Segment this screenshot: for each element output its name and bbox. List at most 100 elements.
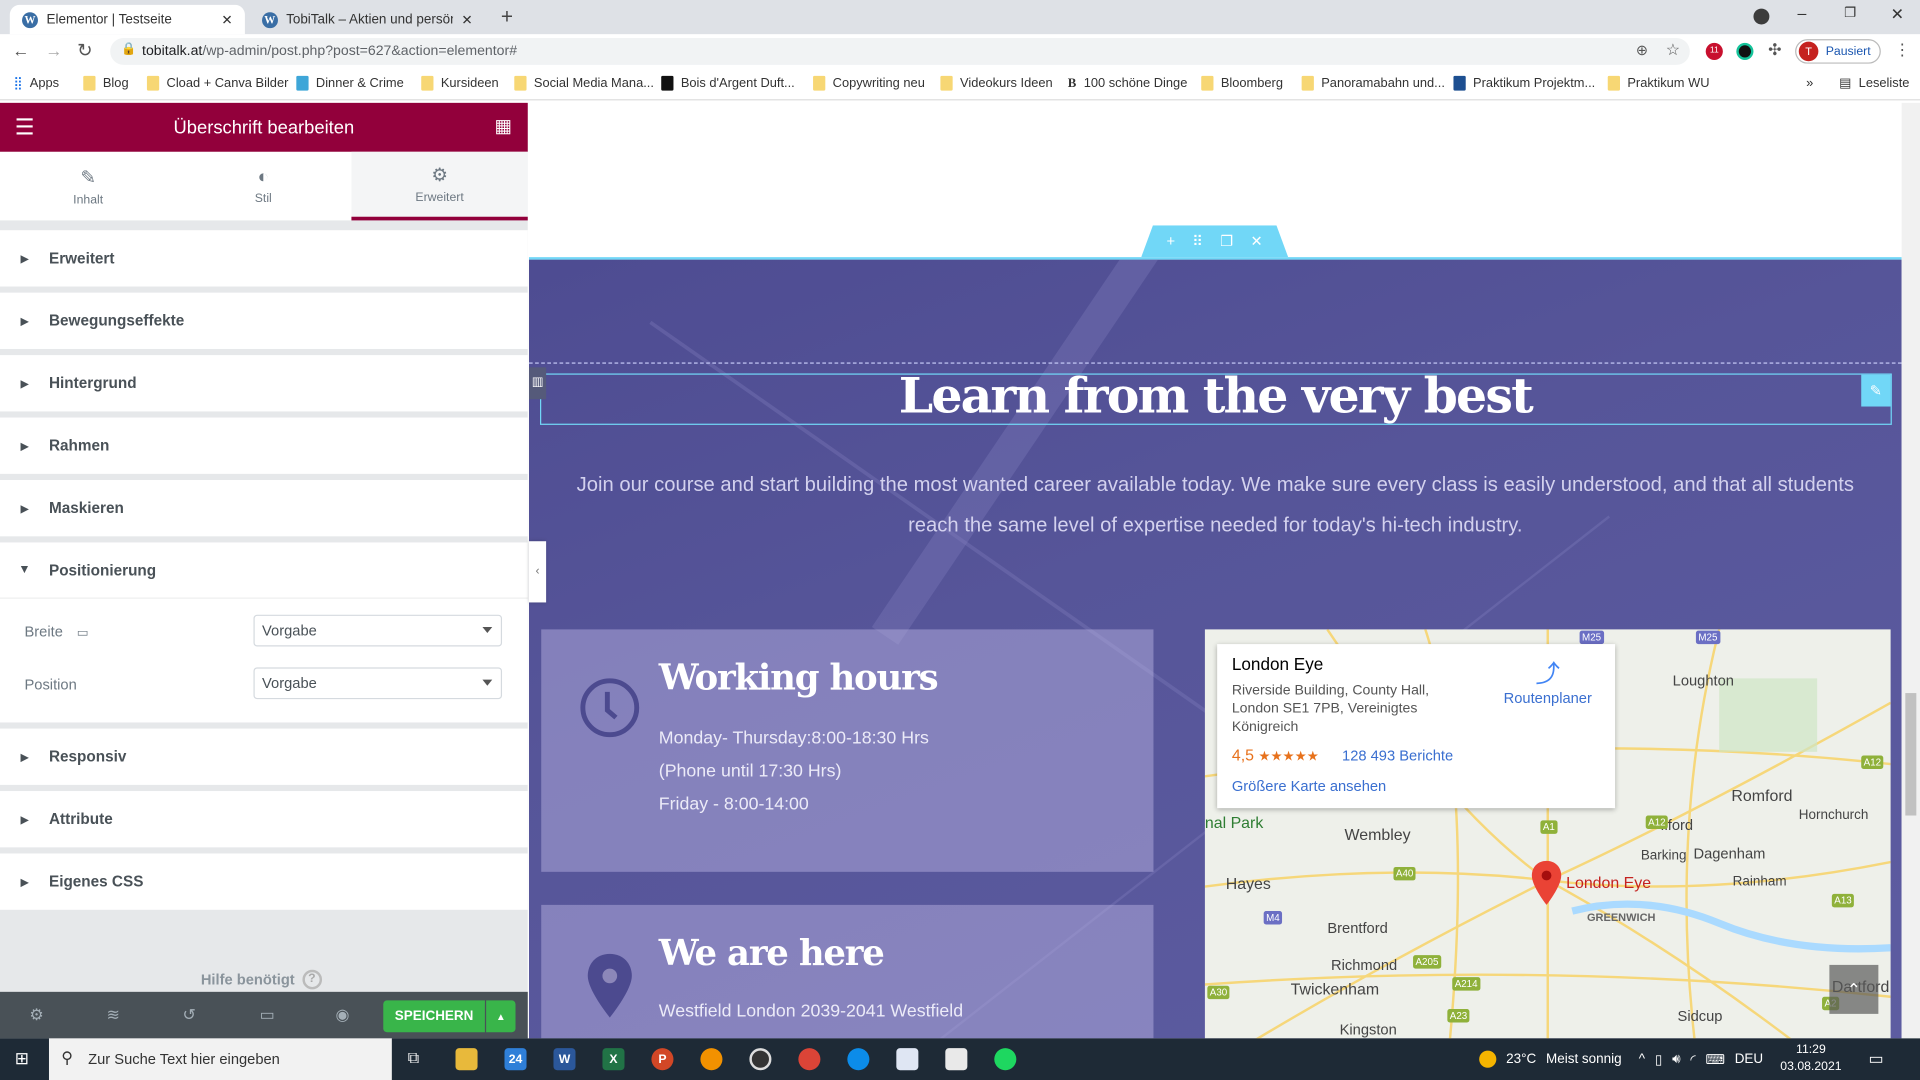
spotify-icon[interactable]	[994, 1048, 1017, 1071]
taskbar-search-input[interactable]: ⚲ Zur Suche Text hier eingeben	[48, 1038, 392, 1080]
bookmark-star-icon[interactable]: ☆	[1666, 40, 1680, 60]
weather-temp[interactable]: 23°C	[1506, 1052, 1536, 1067]
edge-icon[interactable]	[847, 1048, 870, 1071]
camera-icon[interactable]: ▯	[1655, 1051, 1662, 1067]
history-icon[interactable]: ↺	[182, 1005, 195, 1025]
desktop-icon[interactable]: ▭	[77, 627, 89, 640]
add-section-icon[interactable]: +	[1167, 233, 1176, 250]
app-icon[interactable]	[896, 1048, 919, 1071]
page-scrollbar[interactable]	[1901, 102, 1920, 1039]
zoom-icon[interactable]: ⊕	[1636, 42, 1648, 59]
url-field[interactable]: 🔒 tobitalk.at/wp-admin/post.php?post=627…	[110, 37, 1690, 65]
scroll-to-top-button[interactable]: ⌃	[1829, 964, 1879, 1014]
hamburger-menu-icon[interactable]: ☰	[15, 115, 35, 141]
settings-gear-icon[interactable]: ⚙	[29, 1005, 43, 1025]
bookmark-item[interactable]: Bloomberg	[1201, 75, 1283, 91]
tab-erweitert[interactable]: ⚙ Erweitert	[351, 151, 528, 221]
section-eigenes-css[interactable]: ▶ Eigenes CSS	[0, 853, 528, 910]
windows-start-icon[interactable]: ⊞	[15, 1048, 29, 1069]
directions-button[interactable]: ⤴ Routenplaner	[1501, 654, 1594, 706]
section-positionierung[interactable]: ▼ Positionierung	[0, 542, 528, 599]
weather-sun-icon[interactable]	[1479, 1050, 1497, 1068]
menu-kebab-icon[interactable]: ⋮	[1894, 40, 1910, 60]
navigator-layers-icon[interactable]: ≋	[107, 1005, 120, 1025]
excel-icon[interactable]: X	[602, 1048, 625, 1071]
page-heading[interactable]: Learn from the very best	[529, 367, 1902, 425]
tab-stil[interactable]: ◐ Stil	[175, 152, 351, 221]
section-erweitert[interactable]: ▶ Erweitert	[0, 230, 528, 287]
position-select[interactable]: Vorgabe	[253, 667, 503, 700]
section-attribute[interactable]: ▶ Attribute	[0, 791, 528, 848]
mail-icon[interactable]: 24	[504, 1048, 527, 1071]
chrome-icon[interactable]	[798, 1048, 821, 1071]
input-language[interactable]: DEU	[1735, 1052, 1763, 1067]
preview-eye-icon[interactable]: ◉	[336, 1005, 350, 1025]
bookmark-item[interactable]: Cload + Canva Bilder	[146, 75, 288, 91]
new-tab-button[interactable]: +	[501, 5, 513, 29]
edit-widget-pencil-icon[interactable]: ✎	[1861, 374, 1891, 407]
section-hintergrund[interactable]: ▶ Hintergrund	[0, 355, 528, 412]
more-bookmarks[interactable]: »	[1806, 76, 1813, 91]
collapse-panel-button[interactable]: ‹	[528, 541, 547, 603]
bookmark-item[interactable]: B 100 schöne Dinge	[1068, 76, 1188, 91]
section-rahmen[interactable]: ▶ Rahmen	[0, 417, 528, 474]
bookmark-item[interactable]: Blog	[83, 75, 129, 91]
responsive-mode-icon[interactable]: ▭	[260, 1005, 275, 1025]
map-marker-icon[interactable]	[1531, 860, 1563, 907]
reading-list[interactable]: ▤ Leseliste	[1839, 76, 1909, 91]
scrollbar-thumb[interactable]	[1905, 693, 1917, 816]
close-tab-icon[interactable]: ✕	[221, 12, 232, 28]
tab-inhalt[interactable]: ✎ Inhalt	[0, 152, 176, 221]
bookmark-item[interactable]: Bois d'Argent Duft...	[661, 75, 795, 91]
tray-chevron-up-icon[interactable]: ^	[1639, 1052, 1645, 1067]
notepad-icon[interactable]	[945, 1048, 968, 1071]
wifi-icon[interactable]: ◜	[1690, 1051, 1695, 1067]
grammarly-extension-icon[interactable]	[1736, 42, 1754, 61]
adblock-extension-icon[interactable]: 11	[1705, 42, 1723, 61]
extensions-puzzle-icon[interactable]: ✣	[1768, 40, 1781, 60]
drag-section-icon[interactable]: ⠿	[1192, 233, 1203, 250]
weather-desc[interactable]: Meist sonnig	[1546, 1052, 1622, 1067]
bookmark-item[interactable]: Panoramabahn und...	[1301, 75, 1445, 91]
bookmark-item[interactable]: Praktikum Projektm...	[1453, 75, 1595, 91]
minimize-button[interactable]: –	[1798, 4, 1807, 22]
clock[interactable]: 11:29 03.08.2021	[1780, 1042, 1841, 1076]
powerpoint-icon[interactable]: P	[651, 1048, 674, 1071]
save-options-button[interactable]: ▲	[486, 1000, 516, 1033]
app-icon[interactable]	[700, 1048, 723, 1071]
tab-search-icon[interactable]	[1753, 8, 1770, 25]
task-view-icon[interactable]: ⧉	[408, 1048, 419, 1068]
bookmark-item[interactable]: Videokurs Ideen	[940, 75, 1053, 91]
section-bewegungseffekte[interactable]: ▶ Bewegungseffekte	[0, 292, 528, 349]
volume-icon[interactable]: 🔊︎	[1672, 1051, 1680, 1067]
file-explorer-icon[interactable]	[455, 1048, 478, 1071]
word-icon[interactable]: W	[553, 1048, 576, 1071]
save-button[interactable]: SPEICHERN	[383, 1000, 485, 1033]
widgets-grid-icon[interactable]: ▦	[494, 115, 511, 137]
profile-button[interactable]: T Pausiert	[1795, 39, 1881, 64]
section-responsiv[interactable]: ▶ Responsiv	[0, 728, 528, 785]
section-maskieren[interactable]: ▶ Maskieren	[0, 480, 528, 537]
delete-section-icon[interactable]: ✕	[1251, 233, 1263, 250]
duplicate-section-icon[interactable]: ❐	[1220, 233, 1233, 250]
reload-icon[interactable]: ↻	[77, 39, 92, 61]
bookmark-item[interactable]: Dinner & Crime	[296, 75, 404, 91]
close-window-button[interactable]: ✕	[1891, 5, 1904, 25]
browser-tab-elementor[interactable]: W Elementor | Testseite ✕	[9, 4, 245, 35]
browser-tab-tobitalk[interactable]: W TobiTalk – Aktien und persönliche ✕	[250, 5, 485, 34]
obs-icon[interactable]	[749, 1048, 772, 1071]
maximize-button[interactable]: ❐	[1844, 5, 1856, 21]
close-tab-icon[interactable]: ✕	[461, 12, 472, 28]
bookmark-item[interactable]: Social Media Mana...	[514, 75, 654, 91]
keyboard-icon[interactable]: ⌨	[1705, 1051, 1724, 1067]
breite-select[interactable]: Vorgabe	[253, 614, 503, 647]
help-link[interactable]: Hilfe benötigt?	[201, 969, 322, 990]
notifications-icon[interactable]: ▭	[1869, 1049, 1884, 1069]
google-map[interactable]: Loughton Romford Hornchurch Ilford Barki…	[1204, 629, 1891, 1039]
larger-map-link[interactable]: Größere Karte ansehen	[1232, 778, 1386, 795]
bookmark-apps[interactable]: ⣿ Apps	[13, 76, 59, 91]
back-icon[interactable]: ←	[12, 40, 29, 60]
bookmark-item[interactable]: Copywriting neu	[813, 75, 925, 91]
bookmark-item[interactable]: Kursideen	[421, 75, 499, 91]
bookmark-item[interactable]: Praktikum WU	[1607, 75, 1710, 91]
